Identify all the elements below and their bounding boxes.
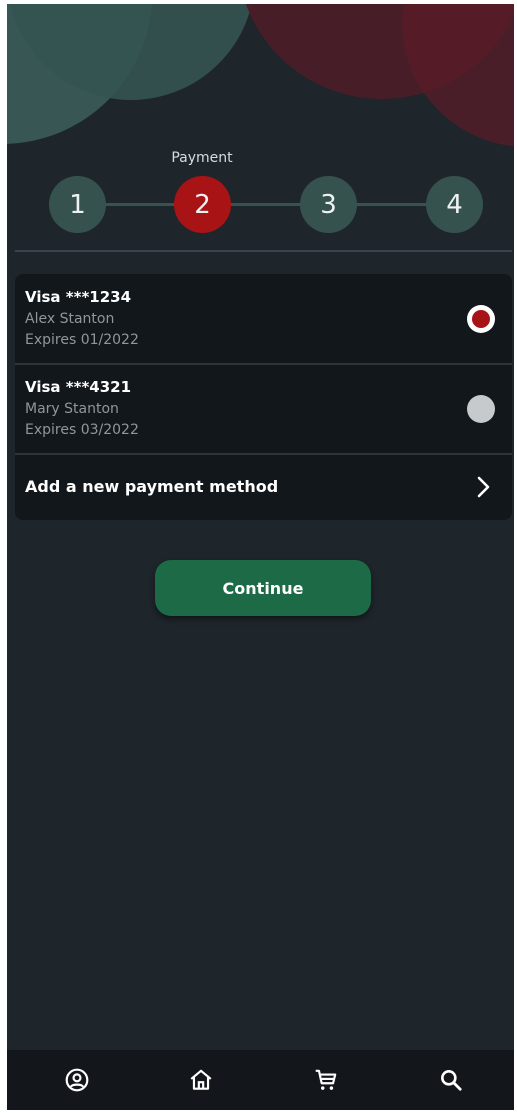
card-title: Visa ***1234 (25, 288, 132, 306)
nav-home[interactable] (187, 1066, 215, 1094)
bottom-navigation (7, 1050, 514, 1110)
card-title: Visa ***4321 (25, 378, 132, 396)
nav-account[interactable] (63, 1066, 91, 1094)
row-divider (15, 453, 512, 455)
checkout-stepper: Payment 1 2 3 4 (7, 144, 514, 244)
stepper-track (79, 203, 454, 206)
account-icon (65, 1068, 89, 1092)
payment-method-list: Visa ***1234 Alex Stanton Expires 01/202… (15, 274, 512, 520)
card-holder-name: Mary Stanton (25, 401, 119, 417)
continue-button[interactable]: Continue (155, 560, 371, 616)
step-1[interactable]: 1 (49, 176, 106, 233)
search-icon (441, 1070, 462, 1091)
card-radio-selected[interactable] (467, 305, 495, 333)
chevron-right-icon (477, 476, 490, 498)
step-2[interactable]: 2 (174, 176, 231, 233)
payment-method-item[interactable]: Visa ***1234 Alex Stanton Expires 01/202… (15, 274, 512, 363)
payment-method-item[interactable]: Visa ***4321 Mary Stanton Expires 03/202… (15, 364, 512, 453)
step-caption: Payment (171, 150, 233, 166)
nav-search[interactable] (437, 1066, 465, 1094)
cart-icon (315, 1069, 337, 1090)
step-3[interactable]: 3 (300, 176, 357, 233)
payment-screen: Payment 1 2 3 4 Visa ***1234 Alex Stanto… (7, 4, 514, 1110)
add-payment-method-row[interactable]: Add a new payment method (15, 456, 512, 520)
header-divider (15, 250, 512, 252)
home-icon (190, 1069, 212, 1090)
add-payment-method-label: Add a new payment method (25, 477, 279, 496)
step-4[interactable]: 4 (426, 176, 483, 233)
nav-cart[interactable] (312, 1066, 340, 1094)
card-expiry: Expires 03/2022 (25, 422, 139, 438)
card-radio-unselected[interactable] (467, 395, 495, 423)
card-expiry: Expires 01/2022 (25, 332, 139, 348)
card-holder-name: Alex Stanton (25, 311, 115, 327)
